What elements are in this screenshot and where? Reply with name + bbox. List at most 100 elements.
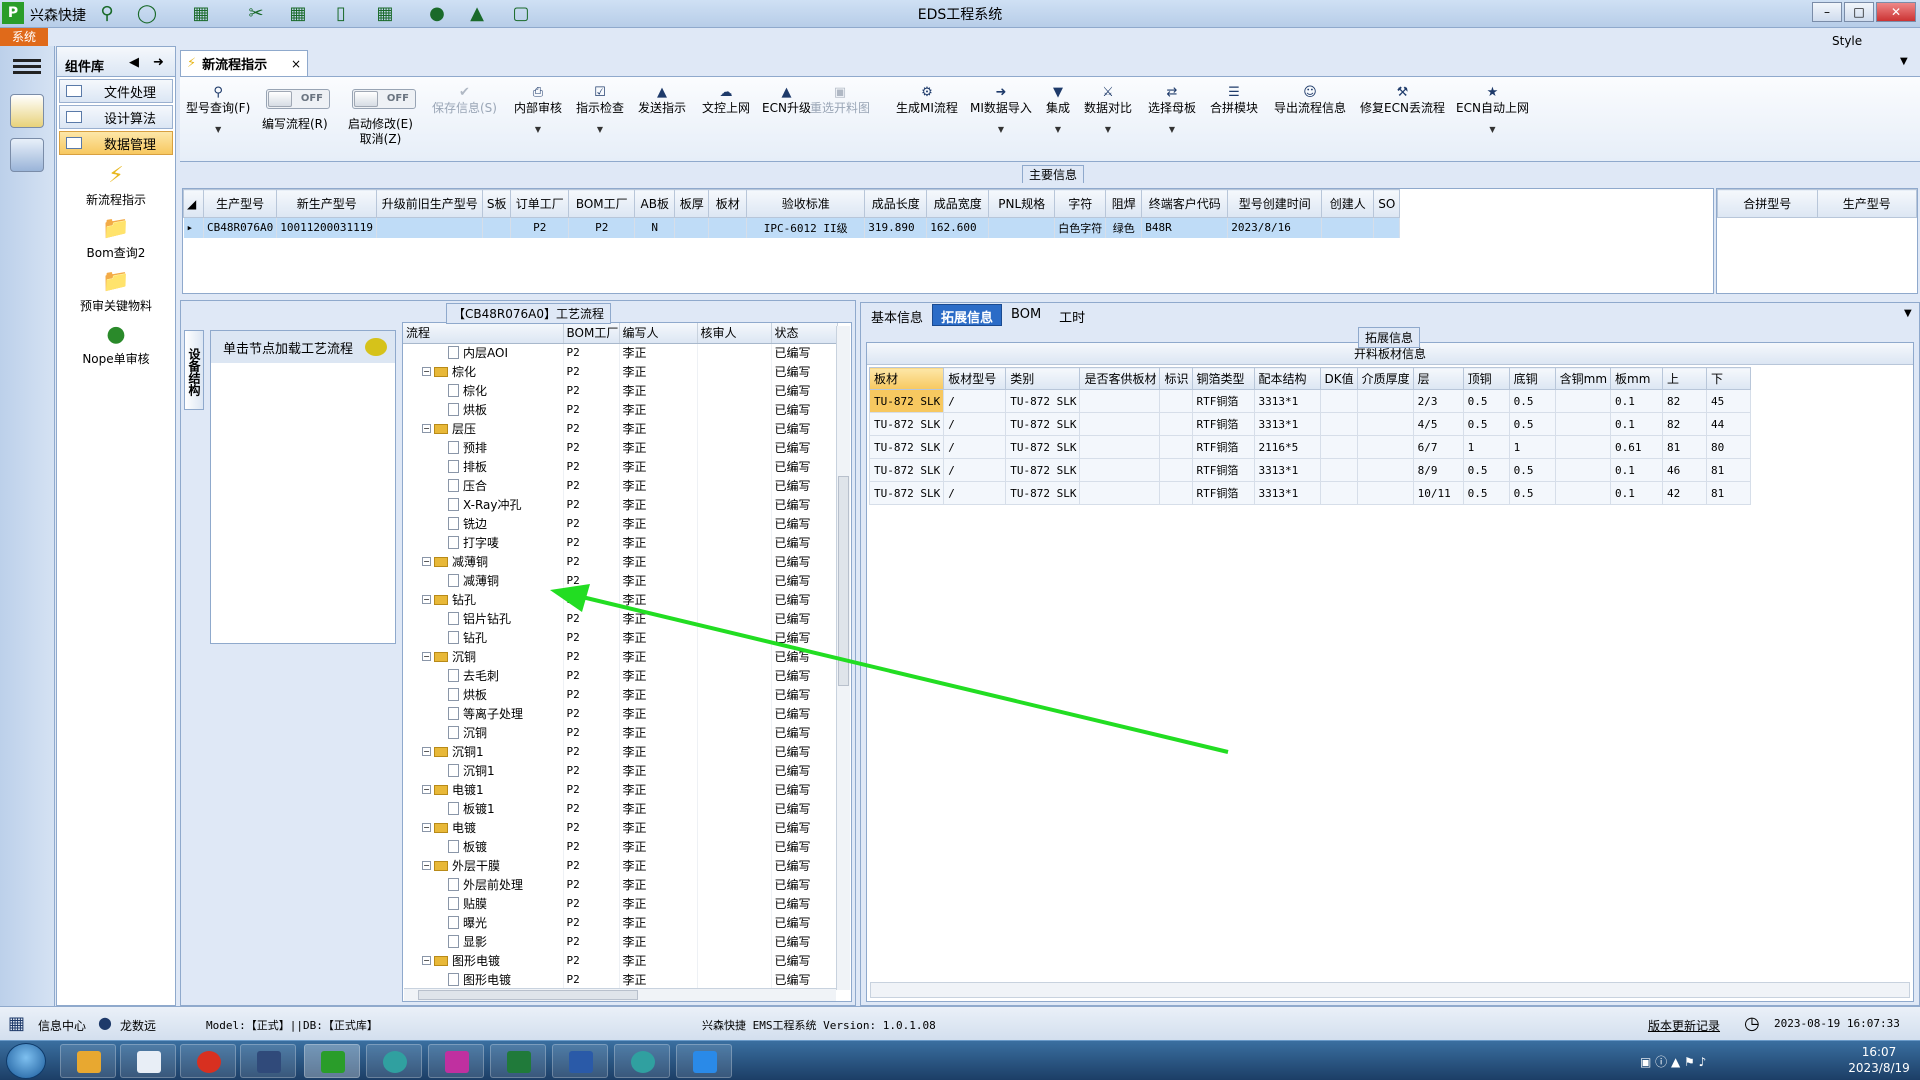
tree-row[interactable]: 沉铜1 P2 李正 已编写 — [403, 761, 838, 780]
tree-row[interactable]: 外层前处理 P2 李正 已编写 — [403, 875, 838, 894]
gen-mi-flow-button[interactable]: ⚙ 生成MI流程 — [896, 85, 958, 116]
device-structure-tab[interactable]: 设备结构 — [184, 330, 204, 410]
yx-module-icon[interactable] — [10, 94, 44, 128]
taskbar-app-save[interactable] — [240, 1044, 296, 1078]
collapse-icon[interactable]: − — [422, 595, 431, 604]
tree-row[interactable]: 排板 P2 李正 已编写 — [403, 457, 838, 476]
table-icon[interactable]: ▦ — [285, 2, 311, 24]
send-instruction-button[interactable]: ▲ 发送指示 — [638, 85, 686, 116]
col-header[interactable]: 字符 — [1054, 189, 1107, 218]
edit-flow-toggle[interactable]: OFF — [266, 89, 330, 109]
tree-row[interactable]: − 棕化 P2 李正 已编写 — [403, 362, 838, 381]
table-row[interactable]: TU-872 SLK / TU-872 SLK RTF铜箔 2116*5 6/7 1 1 0.6… — [868, 435, 1752, 459]
info-center-link[interactable]: 信息中心 — [38, 1017, 86, 1034]
tree-row[interactable]: 等离子处理 P2 李正 已编写 — [403, 704, 838, 723]
tree-row[interactable]: 图形电镀 P2 李正 已编写 — [403, 970, 838, 989]
tree-row[interactable]: X-Ray冲孔 P2 李正 已编写 — [403, 495, 838, 514]
col-header[interactable]: 成品宽度 — [926, 189, 990, 218]
collapse-left-icon[interactable]: ◀ — [129, 55, 139, 70]
collapse-icon[interactable]: − — [422, 861, 431, 870]
tree-row[interactable]: − 沉铜 P2 李正 已编写 — [403, 647, 838, 666]
combine-module-button[interactable]: ☰ 合拼模块 — [1210, 85, 1258, 116]
col-header[interactable]: BOM工厂 — [563, 323, 620, 344]
tab-basic-info[interactable]: 基本信息 — [862, 304, 932, 326]
collapse-icon[interactable]: − — [422, 424, 431, 433]
table-row[interactable]: ▸ CB48R076A0 10011200031119 P2 P2 N IPC-… — [183, 217, 1401, 238]
save-info-button[interactable]: ✔ 保存信息(S) — [432, 85, 497, 116]
col-header[interactable]: 核审人 — [697, 323, 772, 344]
col-header[interactable]: PNL规格 — [988, 189, 1056, 218]
col-header[interactable]: 验收标准 — [746, 189, 866, 218]
nav-bom-query2[interactable]: 📁 Bom查询2 — [57, 216, 175, 261]
chart-icon[interactable]: ▯ — [328, 2, 354, 24]
col-header[interactable]: 创建人 — [1321, 189, 1375, 218]
taskbar-clock[interactable]: 16:07 2023/8/19 — [1846, 1044, 1912, 1076]
col-header[interactable]: 介质厚度 — [1356, 367, 1414, 390]
scissors-icon[interactable]: ✂ — [243, 2, 269, 24]
collapse-icon[interactable]: − — [422, 823, 431, 832]
col-header[interactable]: 编写人 — [619, 323, 698, 344]
tree-row[interactable]: 贴膜 P2 李正 已编写 — [403, 894, 838, 913]
taskbar-app-shell[interactable] — [60, 1044, 116, 1078]
col-header[interactable]: 标识 — [1159, 367, 1193, 390]
integrate-button[interactable]: ▼ 集成 ▼ — [1046, 85, 1070, 137]
nav-nope-review[interactable]: ● Nope单审核 — [57, 322, 175, 367]
col-header[interactable]: 成品长度 — [864, 189, 928, 218]
tree-row[interactable]: 板镀 P2 李正 已编写 — [403, 837, 838, 856]
category-design-algorithm[interactable]: 设计算法 — [59, 105, 173, 129]
col-header[interactable]: 板材 — [868, 367, 945, 390]
ecn-upgrade-button[interactable]: ▲ ECN升级 — [762, 85, 811, 116]
tree-row[interactable]: 内层AOI P2 李正 已编写 — [403, 343, 838, 362]
col-header[interactable]: 新生产型号 — [276, 189, 378, 218]
chevron-down-icon[interactable]: ▼ — [1900, 56, 1908, 67]
collapse-icon[interactable]: − — [422, 652, 431, 661]
col-header[interactable]: 生产型号 — [1816, 189, 1917, 218]
tree-row[interactable]: 板镀1 P2 李正 已编写 — [403, 799, 838, 818]
tree-row[interactable]: 曝光 P2 李正 已编写 — [403, 913, 838, 932]
instruction-check-button[interactable]: ☑ 指示检查 ▼ — [576, 85, 624, 137]
tree-horizontal-scrollbar[interactable] — [404, 988, 836, 1001]
collapse-icon[interactable]: − — [422, 956, 431, 965]
col-header[interactable]: 层 — [1412, 367, 1464, 390]
select-mother-board-button[interactable]: ⇄ 选择母板 ▼ — [1148, 85, 1196, 137]
close-button[interactable]: ✕ — [1876, 2, 1916, 22]
tab-work-hours[interactable]: 工时 — [1050, 304, 1094, 326]
start-modify-toggle[interactable]: OFF — [352, 89, 416, 109]
col-header[interactable]: 型号创建时间 — [1227, 189, 1323, 218]
update-log-link[interactable]: 版本更新记录 — [1648, 1017, 1720, 1034]
nav-pre-review-material[interactable]: 📁 预审关键物料 — [57, 269, 175, 314]
tree-row[interactable]: 铝片钻孔 P2 李正 已编写 — [403, 609, 838, 628]
tab-extended-info[interactable]: 拓展信息 — [932, 304, 1003, 326]
col-header[interactable]: 配本结构 — [1253, 367, 1321, 390]
data-compare-button[interactable]: ⚔ 数据对比 ▼ — [1084, 85, 1132, 137]
col-header[interactable]: 是否客供板材 — [1079, 367, 1161, 390]
col-header[interactable]: BOM工厂 — [568, 189, 636, 218]
maximize-button[interactable]: □ — [1844, 2, 1874, 22]
search-icon[interactable]: ⚲ — [94, 2, 120, 24]
minimize-button[interactable]: – — [1812, 2, 1842, 22]
collapse-icon[interactable]: − — [422, 747, 431, 756]
start-button[interactable] — [6, 1043, 46, 1079]
taskbar-app-fish2[interactable] — [614, 1044, 670, 1078]
col-header[interactable]: 下 — [1706, 367, 1752, 390]
table-row[interactable]: TU-872 SLK / TU-872 SLK RTF铜箔 3313*1 10/11 0.5… — [868, 481, 1752, 505]
tree-row[interactable]: 显影 P2 李正 已编写 — [403, 932, 838, 951]
tree-row[interactable]: 压合 P2 李正 已编写 — [403, 476, 838, 495]
tree-row[interactable]: 预排 P2 李正 已编写 — [403, 438, 838, 457]
grid2-icon[interactable]: ▦ — [372, 2, 398, 24]
area-chart-icon[interactable]: ▲ — [464, 2, 490, 24]
tree-row[interactable]: 去毛刺 P2 李正 已编写 — [403, 666, 838, 685]
col-header[interactable]: S板 — [482, 189, 512, 218]
col-header[interactable]: 板材型号 — [943, 367, 1007, 390]
tree-row[interactable]: 减薄铜 P2 李正 已编写 — [403, 571, 838, 590]
tree-row[interactable]: 沉铜 P2 李正 已编写 — [403, 723, 838, 742]
col-header[interactable]: 板厚 — [674, 189, 710, 218]
col-header[interactable]: 顶铜 — [1462, 367, 1510, 390]
tree-row[interactable]: − 减薄铜 P2 李正 已编写 — [403, 552, 838, 571]
user-icon[interactable]: ● — [424, 2, 450, 24]
col-header[interactable]: 板材 — [708, 189, 748, 218]
taskbar-app-fish[interactable] — [366, 1044, 422, 1078]
col-header[interactable]: 类别 — [1005, 367, 1081, 390]
tree-row[interactable]: − 外层干膜 P2 李正 已编写 — [403, 856, 838, 875]
col-header[interactable]: 板mm — [1610, 367, 1664, 390]
